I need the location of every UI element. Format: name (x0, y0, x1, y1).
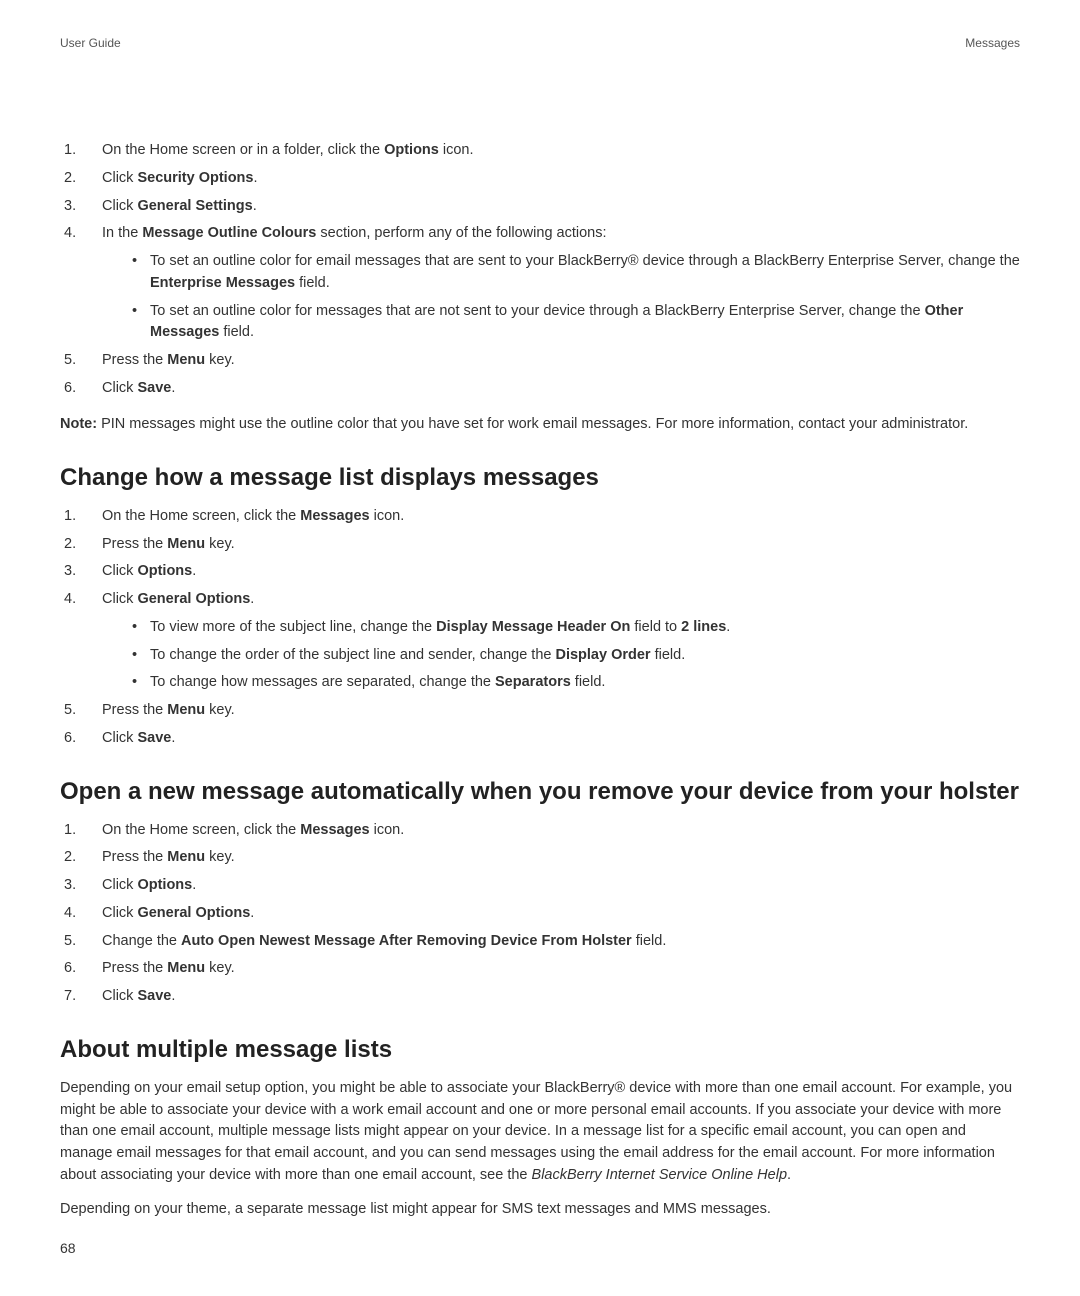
page-number: 68 (60, 1240, 76, 1256)
list-item: Click Save. (60, 986, 1020, 1008)
list-item: Press the Menu key. (60, 350, 1020, 372)
section4-para1: Depending on your email setup option, yo… (60, 1078, 1020, 1187)
sub-list-item: To set an outline color for messages tha… (132, 301, 1020, 345)
list-item: On the Home screen, click the Messages i… (60, 506, 1020, 528)
list-item: Press the Menu key. (60, 847, 1020, 869)
page-header: User Guide Messages (60, 36, 1020, 50)
list-item: Click Save. (60, 378, 1020, 400)
section1-steps: On the Home screen or in a folder, click… (60, 140, 1020, 400)
section3-heading: Open a new message automatically when yo… (60, 778, 1020, 806)
list-item: Click Options. (60, 875, 1020, 897)
sub-list-item: To set an outline color for email messag… (132, 251, 1020, 295)
list-item: On the Home screen, click the Messages i… (60, 820, 1020, 842)
sub-list-item: To change how messages are separated, ch… (132, 672, 1020, 694)
list-item: Press the Menu key. (60, 958, 1020, 980)
section2-steps: On the Home screen, click the Messages i… (60, 506, 1020, 750)
list-item: Click General Settings. (60, 196, 1020, 218)
note-text: Note: PIN messages might use the outline… (60, 414, 1020, 434)
list-item: Press the Menu key. (60, 534, 1020, 556)
header-left: User Guide (60, 36, 121, 50)
sub-list: To view more of the subject line, change… (102, 617, 1020, 694)
section4-para2: Depending on your theme, a separate mess… (60, 1199, 1020, 1221)
list-item: Press the Menu key. (60, 700, 1020, 722)
section3-steps: On the Home screen, click the Messages i… (60, 820, 1020, 1008)
list-item: In the Message Outline Colours section, … (60, 223, 1020, 344)
list-item: On the Home screen or in a folder, click… (60, 140, 1020, 162)
header-right: Messages (965, 36, 1020, 50)
list-item: Change the Auto Open Newest Message Afte… (60, 931, 1020, 953)
list-item: Click General Options. To view more of t… (60, 589, 1020, 694)
list-item: Click Options. (60, 561, 1020, 583)
sub-list-item: To view more of the subject line, change… (132, 617, 1020, 639)
list-item: Click Save. (60, 728, 1020, 750)
sub-list-item: To change the order of the subject line … (132, 645, 1020, 667)
sub-list: To set an outline color for email messag… (102, 251, 1020, 344)
section4-heading: About multiple message lists (60, 1036, 1020, 1064)
section2-heading: Change how a message list displays messa… (60, 464, 1020, 492)
list-item: Click General Options. (60, 903, 1020, 925)
list-item: Click Security Options. (60, 168, 1020, 190)
